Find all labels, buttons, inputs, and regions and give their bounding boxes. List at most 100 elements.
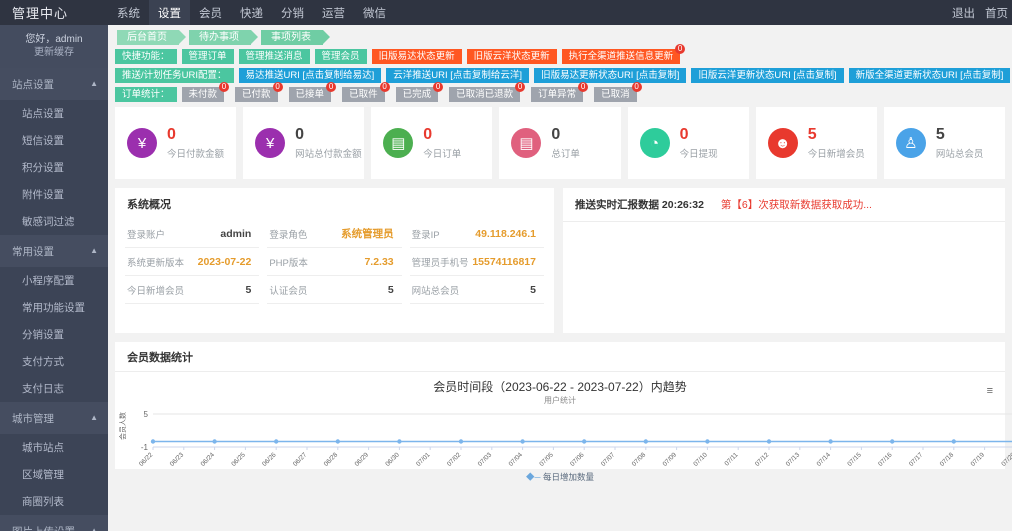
sidebar-group-header-1[interactable]: 常用设置 ▲ — [0, 236, 108, 267]
overview-key: 管理员手机号 — [411, 258, 469, 269]
topnav-item-6[interactable]: 微信 — [354, 0, 395, 25]
quick-button-3[interactable]: 旧版易达状态更新 — [371, 49, 462, 64]
sidebar-group-header-2[interactable]: 城市管理 ▲ — [0, 403, 108, 434]
sidebar-group-label: 站点设置 — [12, 79, 54, 91]
order-stat-2[interactable]: 已接单 0 — [288, 82, 337, 102]
sidebar-group-0: 站点设置 ▲ 站点设置 短信设置 积分设置 附件设置 敏感词过滤 — [0, 68, 108, 235]
overview-cell-0-0: 登录账户 admin — [125, 219, 260, 248]
overview-cell-2-2: 网站总会员 5 — [409, 276, 544, 304]
sidebar-item-0-3[interactable]: 附件设置 — [0, 181, 108, 208]
quick-function-label: 快捷功能： — [115, 49, 177, 64]
main-content: 后台首页 待办事项 事项列表 快捷功能： 管理订单 管理推送消息 管理会员 旧版易达状态更新… — [108, 25, 1012, 531]
sidebar-group-header-0[interactable]: 站点设置 ▲ — [0, 69, 108, 100]
topnav-item-1[interactable]: 设置 — [149, 0, 190, 25]
overview-value: 15574116817 — [472, 256, 536, 268]
breadcrumb-item-2[interactable]: 事项列表 — [261, 30, 330, 45]
stat-card-4[interactable]: ◔ 0 今日提现 — [627, 107, 749, 179]
stat-card-list: ¥0 今日付款金额 ¥0 网站总付款金额 ▤ 0 今日订单 ▤ 0 总订单 ◔ 0 今日提现 ☻ 5 今日新增… — [115, 107, 1005, 179]
uri-button-2[interactable]: 旧版易达更新状态URI [点击复制] — [534, 68, 687, 83]
quick-function-row: 快捷功能： 管理订单 管理推送消息 管理会员 旧版易达状态更新 旧版云洋状态更新 执行全渠道… — [115, 44, 1005, 64]
svg-text:06/28: 06/28 — [323, 451, 340, 468]
order-stat-5-badge: 0 — [515, 82, 526, 92]
order-stat-1[interactable]: 已付款 0 — [235, 82, 283, 102]
svg-text:07/01: 07/01 — [415, 451, 432, 468]
header-action-1[interactable]: 首页 — [985, 5, 1008, 21]
topnav-item-4[interactable]: 分销 — [272, 0, 313, 25]
chevron-up-icon: ▲ — [90, 526, 98, 531]
quick-button-2[interactable]: 管理会员 — [314, 49, 367, 64]
breadcrumb-item-0[interactable]: 后台首页 — [117, 30, 186, 45]
stat-card-1[interactable]: ¥0 网站总付款金额 — [243, 107, 365, 179]
sidebar-item-0-0[interactable]: 站点设置 — [0, 100, 108, 127]
stat-card-5[interactable]: ☻ 5 今日新增会员 — [755, 107, 877, 179]
sidebar-item-0-1[interactable]: 短信设置 — [0, 127, 108, 154]
order-stat-3[interactable]: 已取件 0 — [342, 82, 390, 102]
topnav-item-3[interactable]: 快递 — [231, 0, 272, 25]
chart-context-menu-icon[interactable]: ≡ — [987, 386, 993, 397]
order-stat-5[interactable]: 已取消已退款 0 — [449, 82, 526, 102]
uri-button-3[interactable]: 旧版云洋更新状态URI [点击复制] — [691, 68, 844, 83]
sidebar-group-2: 城市管理 ▲ 城市站点 区域管理 商圈列表 — [0, 402, 108, 515]
chart-panel-heading: 会员数据统计 — [115, 342, 1005, 372]
svg-text:06/29: 06/29 — [354, 451, 371, 468]
uri-button-2-label: 旧版易达更新状态URI [点击复制] — [541, 70, 680, 81]
svg-text:07/14: 07/14 — [816, 451, 833, 468]
refresh-cache-link[interactable]: 更新缓存 — [6, 46, 102, 59]
topnav-item-0[interactable]: 系统 — [108, 0, 149, 25]
sidebar-item-1-2[interactable]: 分销设置 — [0, 321, 108, 348]
topnav-item-5[interactable]: 运营 — [313, 0, 354, 25]
order-stat-7[interactable]: 已取消 0 — [594, 82, 642, 102]
stat-card-value-1: 0 — [295, 126, 305, 143]
chart-legend[interactable]: ◆─ 每日增加数量 — [115, 471, 1005, 483]
overview-cell-2-0: 今日新增会员 5 — [125, 276, 260, 304]
sidebar[interactable]: 您好，admin 更新缓存 站点设置 ▲ 站点设置 短信设置 积分设置 附件设置 敏感词过滤… — [0, 25, 108, 531]
report-message: 第【6】次获取新数据获取成功... — [720, 199, 872, 211]
breadcrumb-item-1[interactable]: 待办事项 — [189, 30, 258, 45]
overview-key: 认证会员 — [269, 286, 308, 297]
sidebar-item-1-0[interactable]: 小程序配置 — [0, 267, 108, 294]
sidebar-item-1-4[interactable]: 支付日志 — [0, 375, 108, 402]
sidebar-item-1-3[interactable]: 支付方式 — [0, 348, 108, 375]
uri-button-1-label: 云洋推送URI [点击复制给云洋] — [393, 70, 523, 81]
topnav-item-2[interactable]: 会员 — [190, 0, 231, 25]
realtime-report-panel: 推送实时汇报数据 20:26:32 第【6】次获取新数据获取成功... — [563, 188, 1005, 333]
overview-value: 系统管理员 — [341, 228, 394, 240]
chart-subtitle: 用户统计 — [544, 396, 576, 405]
panel-row: 系统概况 登录账户 admin 登录角色 系统管理员 登录IP 49.118.246.1 系… — [115, 188, 1005, 333]
sidebar-item-2-0[interactable]: 城市站点 — [0, 434, 108, 461]
svg-text:06/27: 06/27 — [292, 451, 309, 468]
order-stat-7-label: 已取消 — [601, 89, 630, 100]
stat-card-3[interactable]: ▤ 0 总订单 — [499, 107, 621, 179]
chevron-up-icon: ▲ — [90, 246, 98, 255]
report-divider — [563, 221, 1005, 222]
order-stat-4[interactable]: 已完成 0 — [395, 82, 444, 102]
uri-button-3-label: 旧版云洋更新状态URI [点击复制] — [698, 70, 837, 81]
sidebar-item-2-1[interactable]: 区域管理 — [0, 461, 108, 488]
stat-card-6[interactable]: ♙ 5 网站总会员 — [883, 107, 1005, 179]
stat-card-0[interactable]: ¥0 今日付款金额 — [115, 107, 237, 179]
quick-button-1[interactable]: 管理推送消息 — [238, 49, 310, 64]
sidebar-item-0-2[interactable]: 积分设置 — [0, 154, 108, 181]
stat-card-2[interactable]: ▤ 0 今日订单 — [371, 107, 493, 179]
overview-value: 5 — [387, 284, 394, 296]
sidebar-group-3: 图片上传设置▲七牛云配置 — [0, 515, 108, 531]
stat-card-label-4: 今日提现 — [679, 149, 718, 160]
uri-button-1[interactable]: 云洋推送URI [点击复制给云洋] — [386, 68, 530, 83]
chart-title: 会员时间段（2023-06-22 - 2023-07-22）内趋势 — [433, 380, 687, 394]
uri-button-4[interactable]: 新版全渠道更新状态URI [点击复制] — [848, 68, 1011, 83]
sidebar-item-2-2[interactable]: 商圈列表 — [0, 488, 108, 515]
header-action-0[interactable]: 退出 — [952, 5, 975, 21]
breadcrumb: 后台首页 待办事项 事项列表 — [115, 25, 1005, 49]
order-stat-0[interactable]: 未付款 0 — [181, 82, 230, 102]
quick-button-0[interactable]: 管理订单 — [181, 49, 234, 64]
quick-button-4[interactable]: 旧版云洋状态更新 — [466, 49, 557, 64]
order-stat-6[interactable]: 订单异常 0 — [531, 82, 589, 102]
quick-button-5[interactable]: 执行全渠道推送信息更新 0 — [561, 44, 686, 64]
overview-cell-0-2: 登录IP 49.118.246.1 — [409, 219, 544, 248]
stat-card-value-4: 0 — [679, 126, 689, 143]
sidebar-group-header-3[interactable]: 图片上传设置 ▲ — [0, 516, 108, 531]
svg-text:07/09: 07/09 — [662, 451, 679, 468]
uri-button-0[interactable]: 易达推送URI [点击复制给易达] — [238, 68, 382, 83]
sidebar-item-0-4[interactable]: 敏感词过滤 — [0, 208, 108, 235]
sidebar-item-1-1[interactable]: 常用功能设置 — [0, 294, 108, 321]
